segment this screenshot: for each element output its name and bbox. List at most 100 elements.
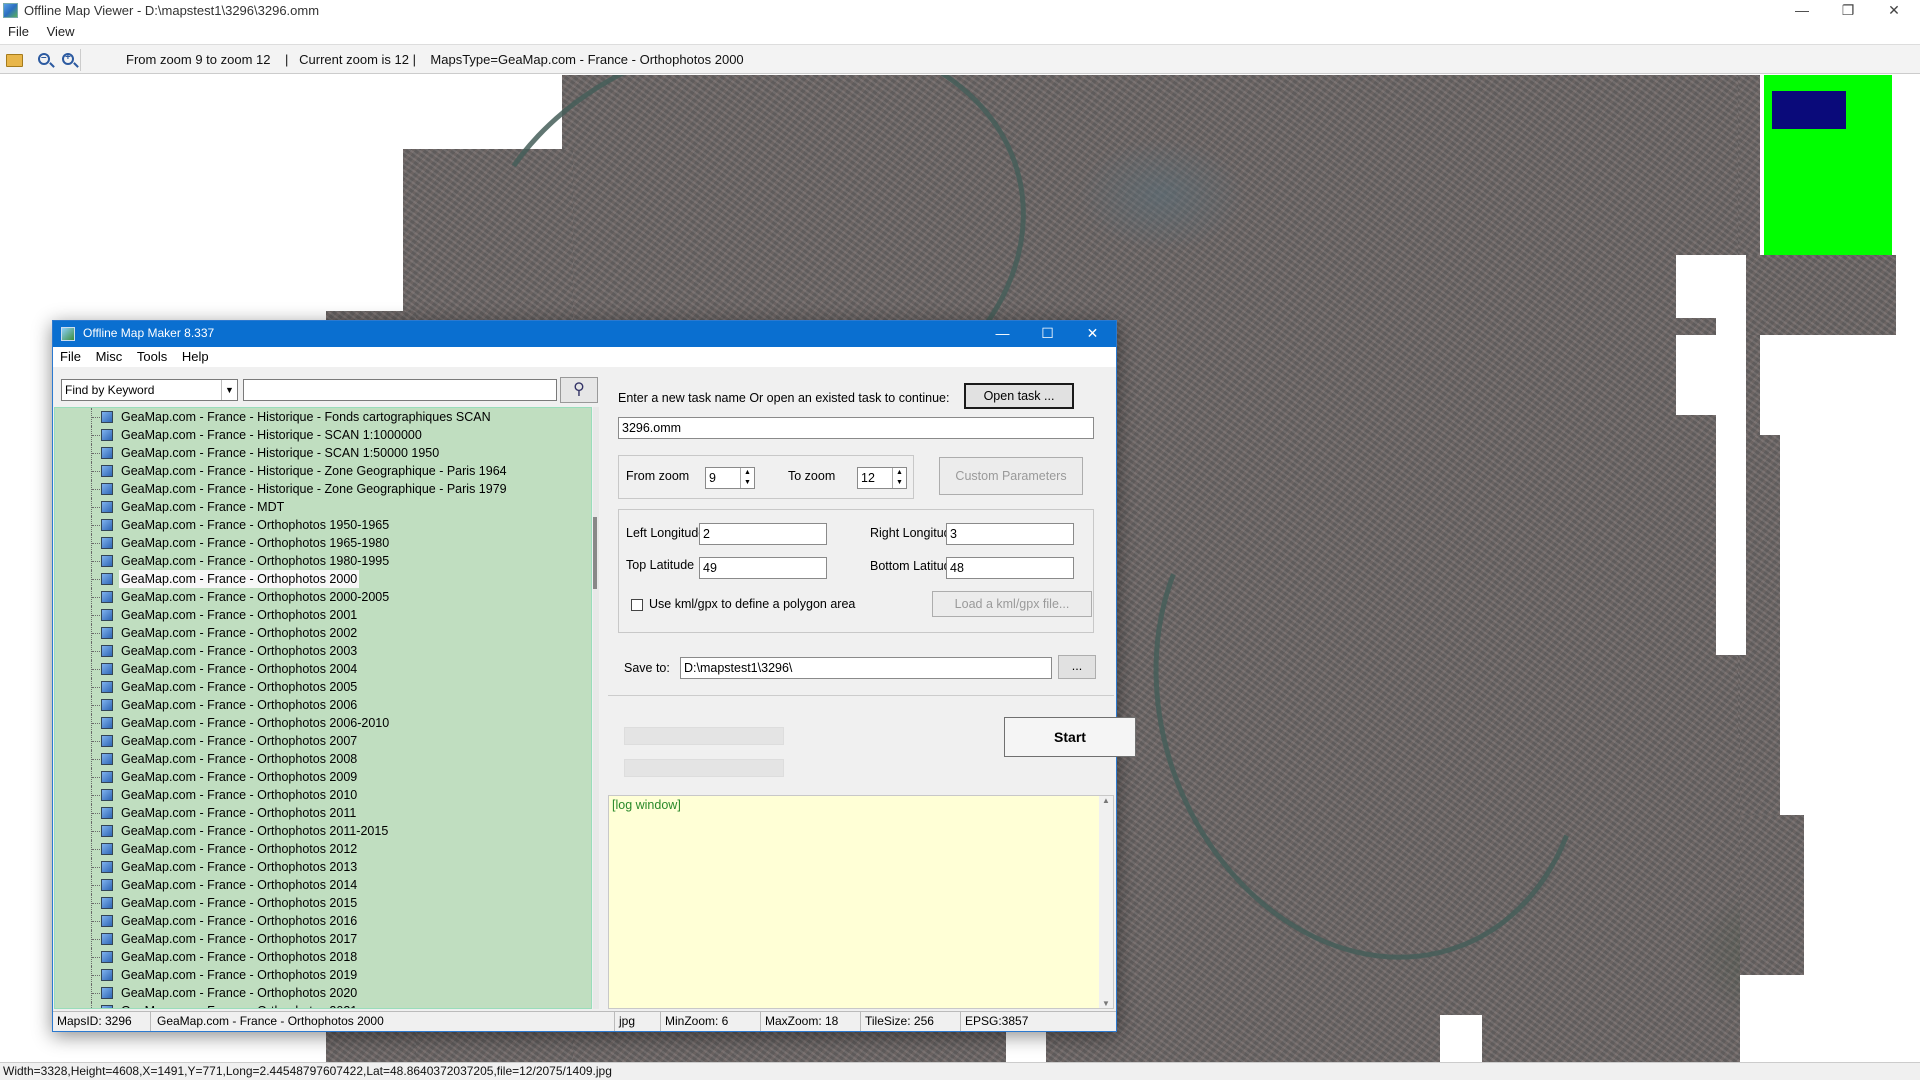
menu-misc[interactable]: Misc [96,347,123,367]
tree-item[interactable]: GeaMap.com - France - Orthophotos 2006-2… [55,714,591,732]
top-latitude-input[interactable]: 49 [699,557,827,579]
menu-help[interactable]: Help [182,347,209,367]
dialog-maximize-button[interactable]: ☐ [1025,321,1070,347]
tree-item[interactable]: GeaMap.com - France - Orthophotos 2018 [55,948,591,966]
left-longitude-input[interactable]: 2 [699,523,827,545]
log-window[interactable]: [log window] ▲ ▼ [608,795,1114,1009]
tree-item-label: GeaMap.com - France - Orthophotos 1980-1… [121,554,390,568]
open-folder-icon[interactable] [6,54,23,67]
right-longitude-label: Right Longitude [870,526,958,540]
map-layer-icon [101,717,113,729]
tree-scrollbar[interactable] [593,407,599,1009]
map-layer-icon [101,969,113,981]
custom-parameters-button[interactable]: Custom Parameters [939,457,1083,495]
log-scrollbar[interactable]: ▲ ▼ [1099,796,1113,1008]
tree-item[interactable]: GeaMap.com - France - Orthophotos 2010 [55,786,591,804]
search-button[interactable]: ⚲ [560,377,598,403]
kml-checkbox[interactable] [631,599,643,611]
tree-item[interactable]: GeaMap.com - France - Orthophotos 2002 [55,624,591,642]
tree-item[interactable]: GeaMap.com - France - Orthophotos 2015 [55,894,591,912]
zoom-in-icon[interactable]: + [62,52,74,65]
minimap[interactable] [1764,75,1892,255]
minimize-button[interactable]: — [1780,0,1824,22]
tree-item[interactable]: GeaMap.com - France - Orthophotos 2007 [55,732,591,750]
tree-item[interactable]: GeaMap.com - France - Orthophotos 2017 [55,930,591,948]
tree-item-label: GeaMap.com - France - Historique - Fonds… [121,410,491,424]
search-input[interactable] [243,379,557,401]
tree-item[interactable]: GeaMap.com - France - Historique - SCAN … [55,426,591,444]
tree-item[interactable]: GeaMap.com - France - Historique - SCAN … [55,444,591,462]
to-zoom-value: 12 [861,471,875,485]
tree-item[interactable]: GeaMap.com - France - Orthophotos 2008 [55,750,591,768]
tree-item-label: GeaMap.com - France - Orthophotos 1950-1… [121,518,390,532]
tree-item-label: GeaMap.com - France - Orthophotos 2015 [121,896,358,910]
zoom-info-text: From zoom 9 to zoom 12 | Current zoom is… [126,52,744,67]
stepper-arrows-icon[interactable]: ▲ ▼ [740,468,754,488]
find-mode-select[interactable]: Find by Keyword ▼ [61,379,238,401]
chevron-down-icon[interactable]: ▼ [221,380,237,400]
tree-item[interactable]: GeaMap.com - France - Orthophotos 2019 [55,966,591,984]
tree-item[interactable]: GeaMap.com - France - Orthophotos 1950-1… [55,516,591,534]
zoom-out-icon[interactable]: – [38,52,50,65]
tree-item[interactable]: GeaMap.com - France - Orthophotos 2012 [55,840,591,858]
tree-item[interactable]: GeaMap.com - France - Orthophotos 2000 [55,570,591,588]
map-layer-icon [101,897,113,909]
tree-item[interactable]: GeaMap.com - France - Orthophotos 2003 [55,642,591,660]
tree-item[interactable]: GeaMap.com - France - Orthophotos 2004 [55,660,591,678]
map-layer-icon [101,861,113,873]
from-zoom-stepper[interactable]: 9 ▲ ▼ [705,467,755,489]
tree-item[interactable]: GeaMap.com - France - Orthophotos 2005 [55,678,591,696]
dialog-close-button[interactable]: ✕ [1070,321,1115,347]
task-name-input[interactable]: 3296.omm [618,417,1094,439]
start-button[interactable]: Start [1004,717,1136,757]
stepper-arrows-icon[interactable]: ▲ ▼ [892,468,906,488]
to-zoom-stepper[interactable]: 12 ▲ ▼ [857,467,907,489]
minimap-viewport[interactable] [1772,91,1846,129]
menu-tools[interactable]: Tools [137,347,167,367]
map-maker-icon [61,327,75,341]
load-kml-button[interactable]: Load a kml/gpx file... [932,591,1092,617]
tree-item[interactable]: GeaMap.com - France - Historique - Fonds… [55,408,591,426]
tree-item[interactable]: GeaMap.com - France - Orthophotos 2011 [55,804,591,822]
right-longitude-input[interactable]: 3 [946,523,1074,545]
tree-item-label: GeaMap.com - France - Orthophotos 2011-2… [121,824,389,838]
menu-view[interactable]: View [47,22,75,42]
map-layer-icon [101,1005,113,1008]
tree-item[interactable]: GeaMap.com - France - Orthophotos 2006 [55,696,591,714]
menu-file[interactable]: File [60,347,81,367]
tree-item-label: GeaMap.com - France - Orthophotos 2007 [121,734,358,748]
tree-item[interactable]: GeaMap.com - France - Orthophotos 2020 [55,984,591,1002]
tree-item[interactable]: GeaMap.com - France - Orthophotos 2016 [55,912,591,930]
tree-item[interactable]: GeaMap.com - France - Historique - Zone … [55,462,591,480]
save-to-input[interactable]: D:\mapstest1\3296\ [680,657,1052,679]
restore-button[interactable]: ❐ [1826,0,1870,22]
tree-item[interactable]: GeaMap.com - France - Orthophotos 2009 [55,768,591,786]
menu-file[interactable]: File [8,22,29,42]
tree-item-label: GeaMap.com - France - Orthophotos 2011 [121,806,357,820]
panel-divider [608,695,1114,696]
tree-item[interactable]: GeaMap.com - France - Orthophotos 2000-2… [55,588,591,606]
browse-button[interactable]: ... [1058,655,1096,679]
tree-item[interactable]: GeaMap.com - France - Orthophotos 2014 [55,876,591,894]
map-layer-icon [101,555,113,567]
open-task-button[interactable]: Open task ... [964,383,1074,409]
tree-item[interactable]: GeaMap.com - France - Orthophotos 1965-1… [55,534,591,552]
maps-tree[interactable]: GeaMap.com - France - Historique - Fonds… [54,407,592,1009]
tree-item[interactable]: GeaMap.com - France - Orthophotos 2021 [55,1002,591,1008]
tree-item[interactable]: GeaMap.com - France - MDT [55,498,591,516]
tree-item[interactable]: GeaMap.com - France - Orthophotos 2011-2… [55,822,591,840]
status-maps-name: GeaMap.com - France - Orthophotos 2000 [153,1012,615,1031]
tree-item[interactable]: GeaMap.com - France - Orthophotos 1980-1… [55,552,591,570]
close-button[interactable]: ✕ [1872,0,1916,22]
tree-item-label: GeaMap.com - France - Historique - SCAN … [121,428,422,442]
scrollbar-thumb[interactable] [593,517,597,589]
tree-item-label: GeaMap.com - France - Orthophotos 2002 [121,626,358,640]
tree-item[interactable]: GeaMap.com - France - Historique - Zone … [55,480,591,498]
bottom-latitude-input[interactable]: 48 [946,557,1074,579]
tree-item[interactable]: GeaMap.com - France - Orthophotos 2013 [55,858,591,876]
dialog-minimize-button[interactable]: — [980,321,1025,347]
map-layer-icon [101,789,113,801]
map-layer-icon [101,699,113,711]
tree-item-label: GeaMap.com - France - Orthophotos 2001 [121,608,358,622]
tree-item[interactable]: GeaMap.com - France - Orthophotos 2001 [55,606,591,624]
